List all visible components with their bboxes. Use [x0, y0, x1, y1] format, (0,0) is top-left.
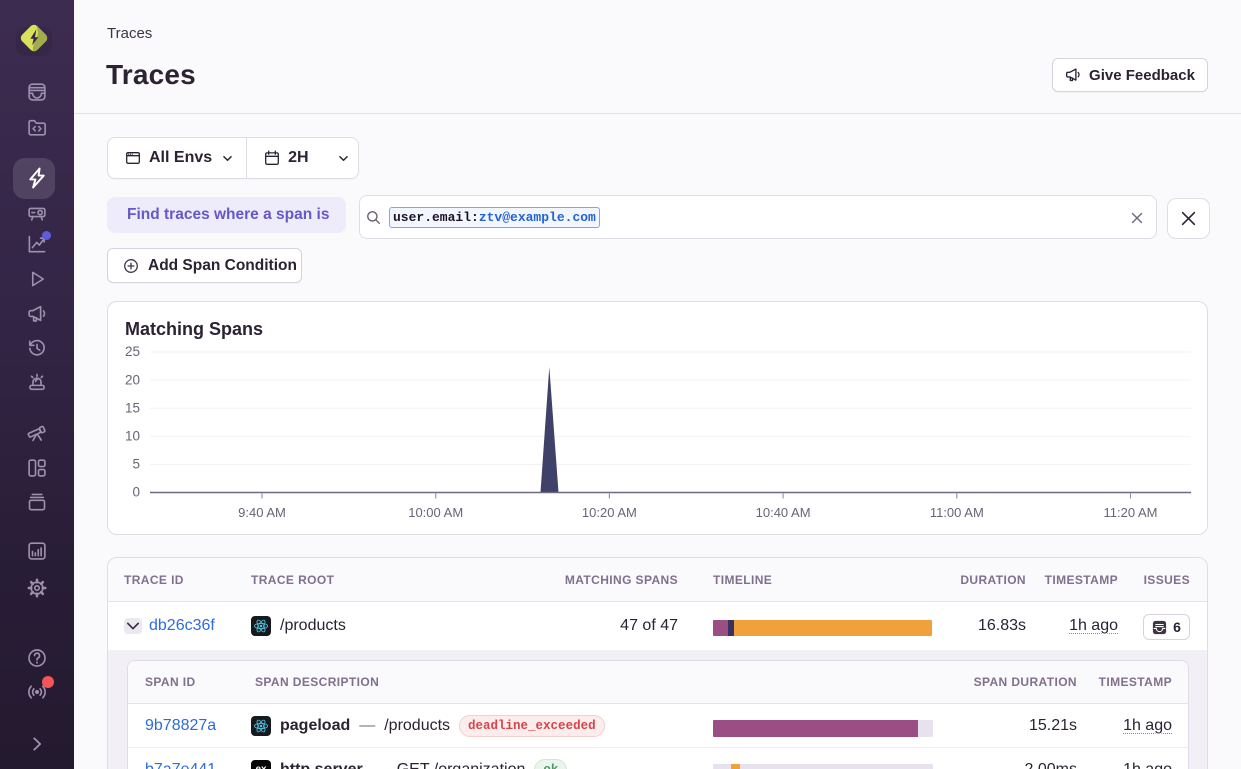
svg-text:11:20 AM: 11:20 AM [1104, 505, 1158, 520]
svg-text:11:00 AM: 11:00 AM [930, 505, 984, 520]
svg-text:9:40 AM: 9:40 AM [238, 505, 286, 520]
svg-text:10:00 AM: 10:00 AM [408, 505, 463, 520]
svg-text:10: 10 [125, 429, 140, 444]
svg-text:10:40 AM: 10:40 AM [756, 505, 811, 520]
svg-text:20: 20 [125, 372, 140, 387]
svg-text:5: 5 [132, 457, 140, 472]
svg-text:25: 25 [125, 344, 140, 359]
svg-text:15: 15 [125, 400, 140, 415]
svg-text:10:20 AM: 10:20 AM [582, 505, 637, 520]
svg-text:0: 0 [132, 485, 140, 500]
